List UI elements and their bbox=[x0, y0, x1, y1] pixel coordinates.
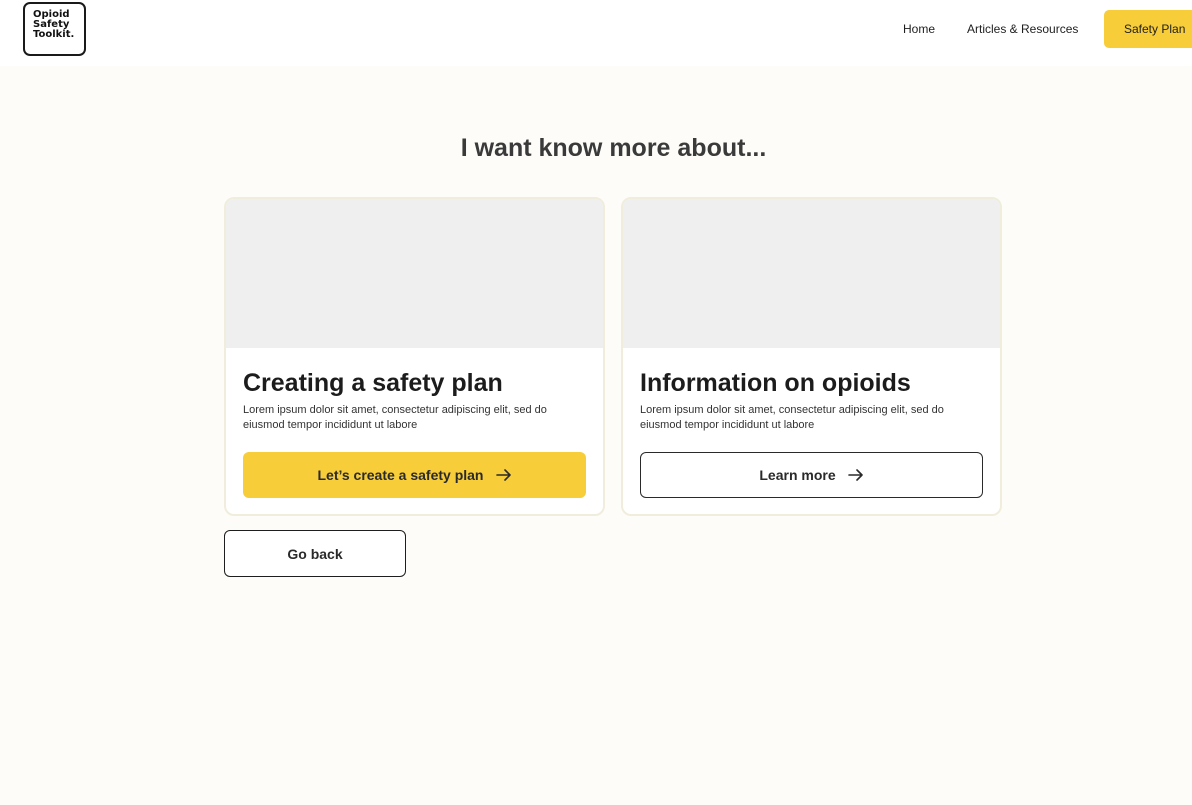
site-logo[interactable]: Opioid Safety Toolkit. bbox=[23, 2, 86, 56]
card-image-placeholder bbox=[226, 199, 603, 348]
card-description: Lorem ipsum dolor sit amet, consectetur … bbox=[640, 404, 944, 431]
button-label: Learn more bbox=[759, 467, 836, 483]
card-title: Information on opioids bbox=[640, 369, 911, 397]
arrow-right-icon bbox=[847, 469, 863, 481]
nav-articles-link[interactable]: Articles & Resources bbox=[967, 22, 1078, 36]
button-label: Let’s create a safety plan bbox=[317, 467, 484, 483]
arrow-right-icon bbox=[495, 469, 511, 481]
card-description: Lorem ipsum dolor sit amet, consectetur … bbox=[243, 404, 547, 431]
nav-home-link[interactable]: Home bbox=[903, 22, 935, 36]
site-header: Opioid Safety Toolkit. Home Articles & R… bbox=[0, 0, 1192, 66]
card-safety-plan: Creating a safety plan Lorem ipsum dolor… bbox=[224, 197, 605, 516]
go-back-button[interactable]: Go back bbox=[224, 530, 406, 577]
learn-more-button[interactable]: Learn more bbox=[640, 452, 983, 498]
card-image-placeholder bbox=[623, 199, 1000, 348]
logo-line-3: Toolkit. bbox=[33, 29, 75, 40]
create-safety-plan-button[interactable]: Let’s create a safety plan bbox=[243, 452, 586, 498]
nav-safety-plan-button[interactable]: Safety Plan bbox=[1104, 10, 1192, 48]
card-title: Creating a safety plan bbox=[243, 369, 503, 397]
card-opioid-info: Information on opioids Lorem ipsum dolor… bbox=[621, 197, 1002, 516]
page-heading: I want know more about... bbox=[460, 134, 767, 162]
